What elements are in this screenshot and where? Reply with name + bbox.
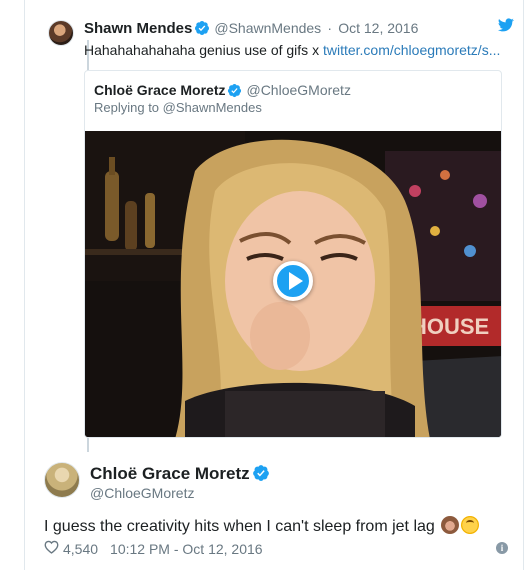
main-author-name-row: Chloë Grace Moretz <box>90 464 274 487</box>
main-author-handle[interactable]: @ChloeGMoretz <box>90 485 194 501</box>
upside-down-face-icon <box>461 516 480 534</box>
verified-badge-icon <box>252 464 270 487</box>
speak-no-evil-monkey-icon <box>441 516 460 534</box>
quoted-author-handle: @ChloeGMoretz <box>246 82 351 98</box>
verified-badge-icon <box>194 20 210 42</box>
gif-media[interactable]: HOUSE <box>85 131 501 437</box>
parent-tweet-text: Hahahahahahaha genius use of gifs x twit… <box>84 40 500 60</box>
main-author-name[interactable]: Chloë Grace Moretz <box>90 464 250 483</box>
twitter-bird-icon[interactable] <box>497 18 514 37</box>
info-icon[interactable]: i <box>496 542 508 554</box>
avatar-shawn-mendes[interactable] <box>48 20 74 46</box>
parent-author-handle[interactable]: @ShawnMendes <box>214 20 321 36</box>
parent-tweet-header: Shawn Mendes @ShawnMendes · Oct 12, 2016 <box>84 18 418 42</box>
tweet-meta: 4,540 10:12 PM - Oct 12, 2016 <box>44 540 263 557</box>
quoted-author-name: Chloë Grace Moretz <box>94 82 226 98</box>
parent-author-name[interactable]: Shawn Mendes <box>84 20 192 37</box>
parent-tweet-body: Hahahahahahaha genius use of gifs x <box>84 42 323 58</box>
play-button[interactable] <box>273 261 313 301</box>
parent-tweet-link[interactable]: twitter.com/chloegmoretz/s... <box>323 42 500 58</box>
quoted-tweet[interactable]: Chloë Grace Moretz @ChloeGMoretz Replying… <box>84 70 502 438</box>
parent-tweet-date[interactable]: Oct 12, 2016 <box>338 20 418 36</box>
quoted-tweet-header: Chloë Grace Moretz @ChloeGMoretz <box>94 81 351 102</box>
separator-dot: · <box>327 20 333 36</box>
heart-icon[interactable] <box>44 540 59 557</box>
main-tweet-body: I guess the creativity hits when I can't… <box>44 518 435 535</box>
main-tweet-text: I guess the creativity hits when I can't… <box>44 516 480 538</box>
avatar-chloe-moretz[interactable] <box>44 462 80 498</box>
replying-to: Replying to @ShawnMendes <box>94 100 262 115</box>
svg-text:HOUSE: HOUSE <box>411 314 489 339</box>
tweet-timestamp[interactable]: 10:12 PM - Oct 12, 2016 <box>110 541 263 557</box>
likes-count[interactable]: 4,540 <box>63 541 98 557</box>
